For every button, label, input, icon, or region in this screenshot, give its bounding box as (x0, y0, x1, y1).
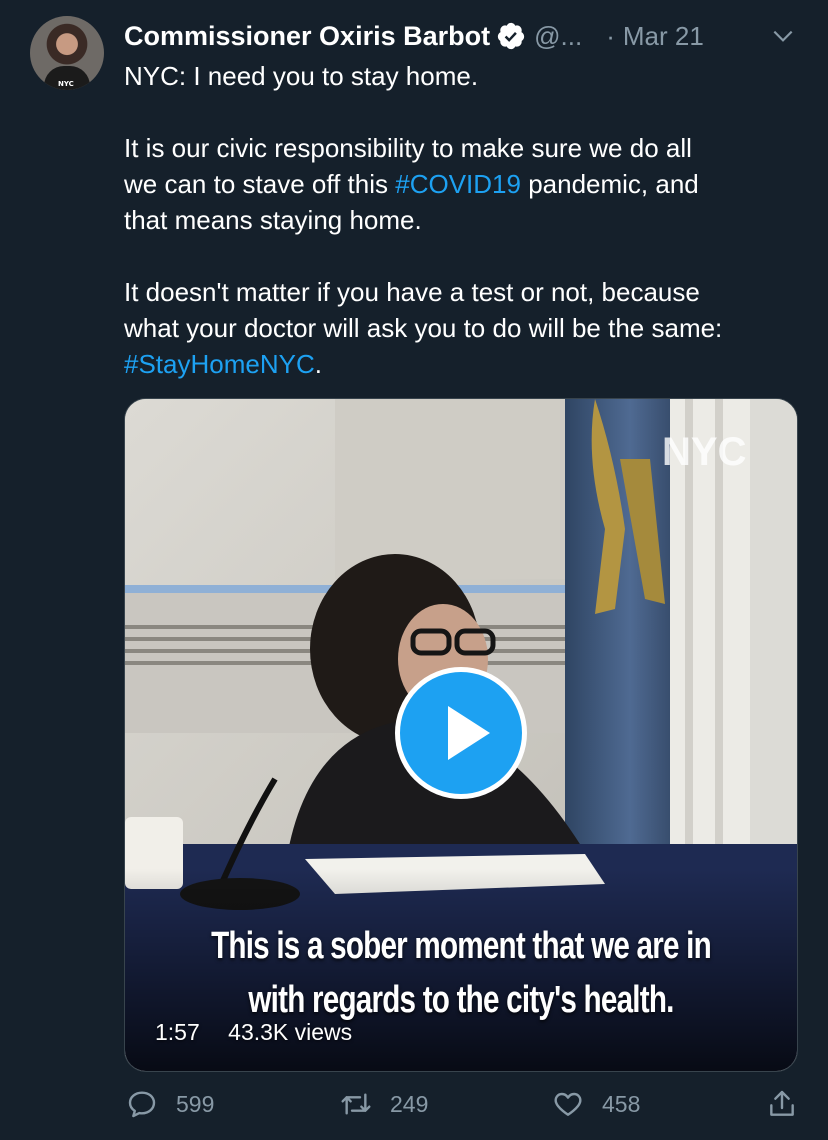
tweet-line: NYC: I need you to stay home. (124, 61, 479, 91)
chevron-down-icon[interactable] (770, 23, 796, 49)
tweet-line: what your doctor will ask you to do will… (124, 313, 723, 343)
reply-button[interactable]: 599 (126, 1088, 214, 1120)
reply-icon (128, 1091, 156, 1118)
video-caption-line2: with regards to the city's health. (248, 979, 674, 1021)
video-duration: 1:57 (155, 1019, 200, 1045)
hashtag-stayhomenyc-link[interactable]: #StayHomeNYC (124, 349, 315, 379)
play-icon (448, 706, 490, 760)
author-handle[interactable]: @... (534, 21, 582, 52)
play-button[interactable] (395, 667, 527, 799)
retweet-count: 249 (390, 1090, 429, 1117)
tweet-text-fragment: . (314, 349, 322, 379)
tweet-line: It doesn't matter if you have a test or … (124, 277, 700, 307)
tweet-text: NYC: I need you to stay home. It is our … (124, 58, 804, 382)
heart-icon (554, 1092, 582, 1116)
author-name[interactable]: Commissioner Oxiris Barbot (124, 21, 490, 52)
tweet-date[interactable]: Mar 21 (623, 21, 704, 52)
share-icon (770, 1090, 794, 1116)
tweet-actions: 599 249 458 (124, 1088, 804, 1128)
tweet-text-fragment: pandemic, and (520, 169, 699, 199)
tweet-line: It is our civic responsibility to make s… (124, 133, 692, 163)
video-watermark: NYC (662, 430, 746, 474)
like-button[interactable]: 458 (552, 1088, 640, 1120)
avatar-logo: NYC (58, 80, 74, 88)
like-count: 458 (602, 1090, 641, 1117)
video-caption-line1: This is a sober moment that we are in (211, 925, 712, 967)
verified-badge-icon (496, 21, 526, 51)
retweet-button[interactable]: 249 (340, 1088, 428, 1120)
hashtag-covid19-link[interactable]: #COVID19 (395, 169, 521, 199)
video-player[interactable]: NYC This is a sober moment that we are i… (124, 398, 798, 1072)
video-meta: 1:57 43.3K views (155, 1019, 374, 1046)
video-views: 43.3K views (228, 1019, 353, 1045)
share-button[interactable] (766, 1088, 816, 1120)
tweet-text-fragment: we can to stave off this (124, 169, 396, 199)
tweet-line: #StayHomeNYC. (124, 346, 804, 382)
retweet-icon (341, 1093, 371, 1115)
tweet-header: Commissioner Oxiris Barbot @... · Mar 21 (124, 16, 798, 56)
reply-count: 599 (176, 1090, 215, 1117)
tweet-line: we can to stave off this #COVID19 pandem… (124, 166, 804, 202)
author-avatar[interactable]: NYC (30, 16, 104, 90)
header-separator: · (606, 20, 615, 51)
tweet-line: that means staying home. (124, 205, 422, 235)
